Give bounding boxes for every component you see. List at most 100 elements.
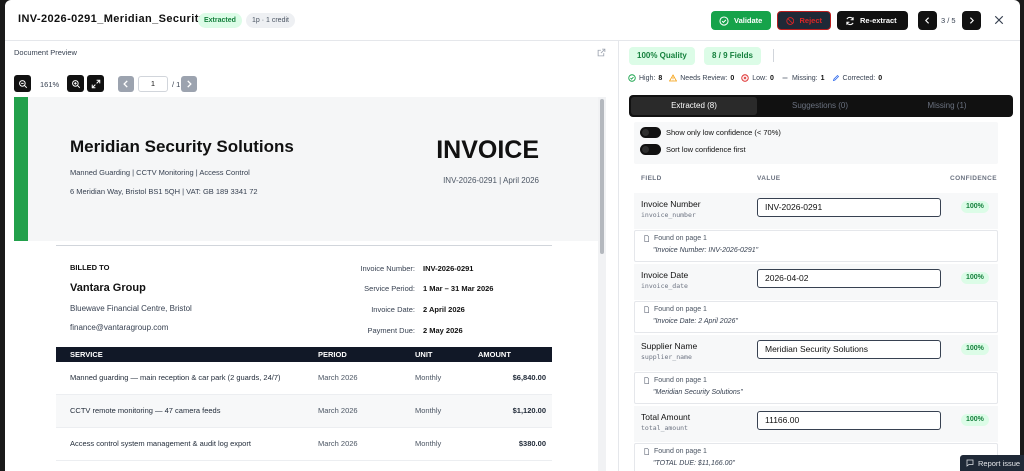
zoom-out-button[interactable] bbox=[14, 75, 31, 92]
field-name: Invoice Number bbox=[641, 199, 701, 209]
confidence-stats: High: 8 Needs Review: 0 Low: 0 Missing: … bbox=[628, 74, 882, 82]
unit-cell: Monthly bbox=[415, 439, 442, 448]
toggle-switch[interactable] bbox=[640, 127, 661, 138]
divider bbox=[56, 245, 552, 246]
field-value-input[interactable]: Meridian Security Solutions bbox=[757, 340, 941, 359]
field-name: Total Amount bbox=[641, 412, 691, 422]
quality-badge: 100% Quality bbox=[629, 47, 695, 65]
field-row-total-amount: Total Amount total_amount 11166.00 100% bbox=[634, 406, 998, 442]
period-cell: March 2026 bbox=[318, 373, 358, 382]
warning-icon bbox=[669, 74, 678, 82]
close-icon[interactable] bbox=[993, 14, 1005, 26]
source-quote: "Meridian Security Solutions" bbox=[653, 389, 743, 396]
meta-label: Payment Due: bbox=[367, 326, 415, 335]
status-badge: Extracted bbox=[198, 13, 242, 28]
report-issue-button[interactable]: Report issue bbox=[960, 455, 1024, 471]
ban-icon bbox=[786, 16, 795, 25]
source-page-label: Found on page 1 bbox=[654, 306, 707, 313]
result-tabs: Extracted (8) Suggestions (0) Missing (1… bbox=[629, 95, 1013, 117]
reject-button[interactable]: Reject bbox=[777, 11, 831, 30]
amount-cell: $380.00 bbox=[518, 439, 546, 448]
column-header: SERVICE bbox=[70, 350, 103, 359]
tab-missing[interactable]: Missing (1) bbox=[883, 97, 1011, 115]
stat-value: 8 bbox=[658, 74, 663, 82]
supplier-services: Manned Guarding | CCTV Monitoring | Acce… bbox=[70, 168, 250, 177]
field-key: invoice_number bbox=[641, 211, 696, 219]
field-value-input[interactable]: INV-2026-0291 bbox=[757, 198, 941, 217]
source-snippet: Found on page 1 "Invoice Number: INV-202… bbox=[634, 230, 998, 262]
sort-low-confidence-toggle[interactable]: Sort low confidence first bbox=[640, 144, 746, 155]
source-page-label: Found on page 1 bbox=[654, 235, 707, 242]
page-number-input[interactable]: 1 bbox=[138, 76, 168, 92]
next-page-button[interactable] bbox=[181, 76, 197, 92]
meta-label: Invoice Number: bbox=[360, 264, 415, 273]
previous-document-button[interactable] bbox=[918, 11, 937, 30]
column-header-field: FIELD bbox=[641, 175, 662, 182]
source-snippet: Found on page 1 "TOTAL DUE: $11,166.00" bbox=[634, 443, 998, 471]
tab-suggestions[interactable]: Suggestions (0) bbox=[757, 97, 883, 115]
meta-value: INV-2026-0291 bbox=[423, 264, 474, 273]
low-confidence-filter-toggle[interactable]: Show only low confidence (< 70%) bbox=[640, 127, 781, 138]
document-title: INV-2026-0291_Meridian_Security bbox=[18, 13, 206, 25]
source-page-label: Found on page 1 bbox=[654, 448, 707, 455]
stat-corrected: Corrected: 0 bbox=[832, 74, 883, 82]
source-page: Found on page 1 bbox=[643, 377, 707, 384]
field-value-input[interactable]: 11166.00 bbox=[757, 411, 941, 430]
report-issue-label: Report issue bbox=[978, 458, 1021, 468]
source-page: Found on page 1 bbox=[643, 306, 707, 313]
fields-badge: 8 / 9 Fields bbox=[704, 47, 761, 65]
source-quote: "Invoice Number: INV-2026-0291" bbox=[653, 247, 759, 254]
stat-needs-review: Needs Review: 0 bbox=[669, 74, 734, 82]
field-row-invoice-date: Invoice Date invoice_date 2026-04-02 100… bbox=[634, 264, 998, 300]
document-type-heading: INVOICE bbox=[436, 136, 539, 164]
tab-extracted[interactable]: Extracted (8) bbox=[631, 97, 757, 115]
document-icon bbox=[644, 448, 649, 455]
check-circle-icon bbox=[719, 15, 729, 26]
dash-icon bbox=[782, 77, 788, 79]
stat-value: 0 bbox=[770, 74, 774, 82]
meta-value: 1 Mar – 31 Mar 2026 bbox=[423, 284, 494, 293]
chevron-right-icon bbox=[969, 17, 974, 24]
validate-button[interactable]: Validate bbox=[711, 11, 771, 30]
message-icon bbox=[966, 459, 974, 467]
meta-label: Invoice Date: bbox=[371, 305, 415, 314]
reextract-button[interactable]: Re-extract bbox=[837, 11, 908, 30]
preview-scrollbar[interactable] bbox=[598, 97, 606, 471]
document-counter: 3 / 5 bbox=[941, 16, 956, 25]
stat-label: Low: bbox=[752, 74, 768, 82]
service-cell: Manned guarding — main reception & car p… bbox=[70, 373, 281, 382]
fit-screen-button[interactable] bbox=[87, 75, 104, 92]
field-key: invoice_date bbox=[641, 282, 688, 290]
brand-accent-bar bbox=[14, 97, 28, 241]
toggle-label: Show only low confidence (< 70%) bbox=[666, 128, 781, 137]
meta-value: 2 May 2026 bbox=[423, 326, 463, 335]
service-cell: CCTV remote monitoring — 47 camera feeds bbox=[70, 406, 221, 415]
confidence-badge: 100% bbox=[961, 343, 989, 355]
client-email: finance@vantaragroup.com bbox=[70, 323, 169, 332]
extraction-panel: 100% Quality 8 / 9 Fields High: 8 Needs … bbox=[619, 41, 1020, 471]
document-icon bbox=[644, 235, 649, 242]
source-page: Found on page 1 bbox=[643, 448, 707, 455]
page-total: / 1 bbox=[172, 80, 181, 89]
stat-value: 0 bbox=[878, 74, 883, 82]
external-link-icon[interactable] bbox=[597, 48, 606, 57]
document-viewport[interactable]: Meridian Security Solutions Manned Guard… bbox=[14, 97, 606, 471]
zoom-in-button[interactable] bbox=[67, 75, 84, 92]
filter-options: Show only low confidence (< 70%) Sort lo… bbox=[634, 122, 998, 164]
check-circle-icon bbox=[628, 74, 636, 82]
scrollbar-thumb[interactable] bbox=[600, 99, 604, 254]
stat-label: Corrected: bbox=[842, 74, 876, 82]
stat-high: High: 8 bbox=[628, 74, 662, 82]
next-document-button[interactable] bbox=[962, 11, 981, 30]
stat-value: 0 bbox=[730, 74, 735, 82]
previous-page-button[interactable] bbox=[118, 76, 134, 92]
confidence-badge: 100% bbox=[961, 414, 989, 426]
field-value-input[interactable]: 2026-04-02 bbox=[757, 269, 941, 288]
modal-header: INV-2026-0291_Meridian_Security Extracte… bbox=[5, 0, 1020, 41]
document-preview-panel: Document Preview 161% 1 / 1 Meridian Sec… bbox=[5, 41, 619, 471]
document-review-modal: INV-2026-0291_Meridian_Security Extracte… bbox=[5, 0, 1020, 471]
toggle-switch[interactable] bbox=[640, 144, 661, 155]
client-address: Bluewave Financial Centre, Bristol bbox=[70, 304, 192, 313]
stat-low: Low: 0 bbox=[741, 74, 774, 82]
toggle-label: Sort low confidence first bbox=[666, 145, 746, 154]
